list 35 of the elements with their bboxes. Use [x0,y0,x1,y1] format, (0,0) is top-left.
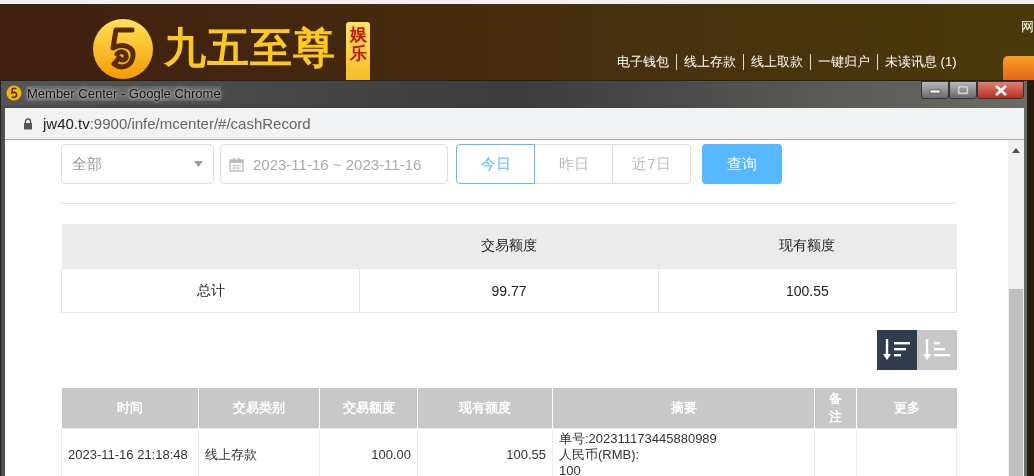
column-header: 现有额度 [658,224,957,269]
dropdown-arrow-icon [194,161,203,167]
app-icon [6,85,22,101]
nav-link[interactable]: 电子钱包 [610,54,676,70]
scrollbar[interactable] [1008,140,1024,476]
scrollbar-thumb[interactable] [1009,289,1023,476]
nav-link[interactable]: 未读讯息 (1) [877,54,964,70]
maximize-button[interactable] [949,81,977,99]
minimize-icon [929,86,941,94]
logo-icon [92,18,154,80]
table-cell: 线上存款 [198,428,320,476]
nav-link[interactable]: 线上存款 [676,54,743,70]
table-cell: 单号:202311173445880989 人民币(RMB): 100 [552,428,815,476]
lock-icon [23,117,33,130]
column-header: 交易额度 [359,224,659,269]
calendar-icon [229,156,244,172]
close-button[interactable] [977,81,1024,99]
logo-text: 九五至尊 [164,23,336,73]
url-text: jw40.tv:9900/infe/mcenter/#/cashRecord [43,115,311,132]
close-icon [993,84,1008,96]
nav-link[interactable]: 线上取款 [743,54,810,70]
table-cell: 100.55 [417,428,553,476]
sort-descending-icon [883,339,911,361]
table-cell: 99.77 [359,268,659,313]
scroll-up-icon [1012,148,1020,153]
minimize-button[interactable] [921,81,949,99]
sort-ascending-icon [923,339,951,361]
sort-button[interactable] [877,330,917,370]
maximize-icon [957,85,969,95]
table-cell: 100.55 [658,268,957,313]
table-cell: 总计 [61,268,360,313]
table-cell: 100.00 [319,428,418,476]
nav-link[interactable]: 一键归户 [810,54,877,70]
header-text: 网 [1021,18,1034,36]
table-cell: 2023-11-16 21:18:48 [61,428,199,476]
